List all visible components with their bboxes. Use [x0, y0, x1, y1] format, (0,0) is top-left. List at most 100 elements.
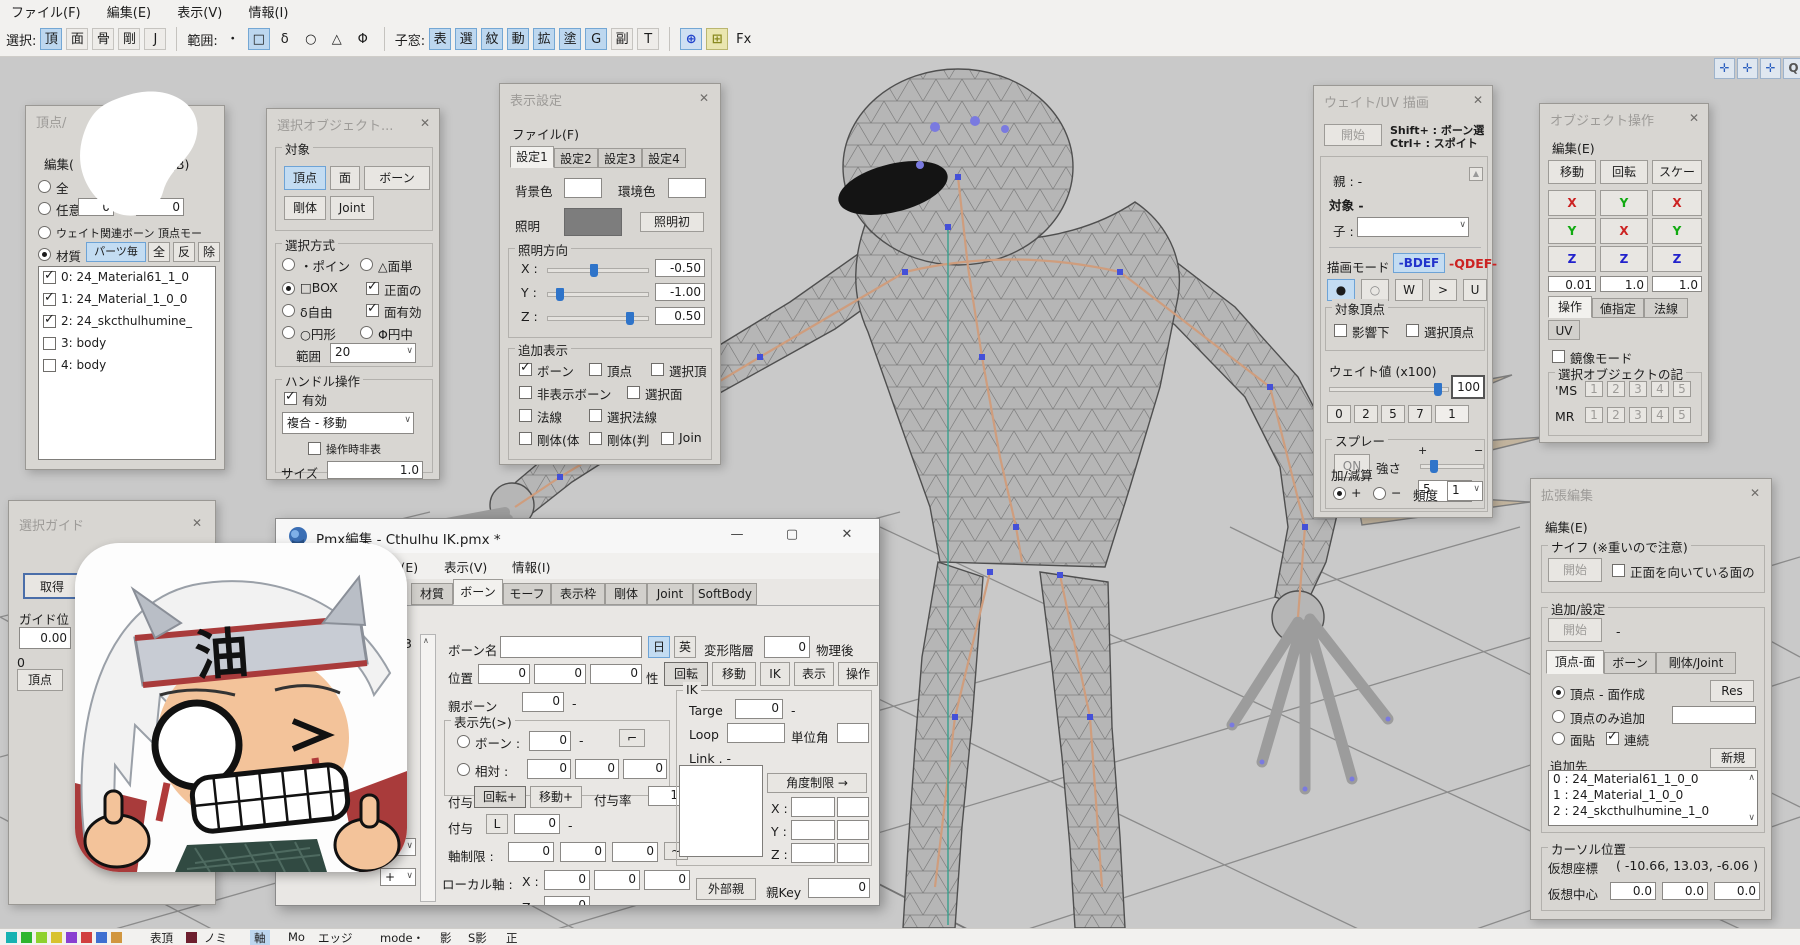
child-dropdown[interactable]: ∨ [1357, 217, 1469, 237]
joint-checkbox[interactable] [661, 432, 674, 445]
material-checkbox[interactable] [43, 337, 56, 350]
ms-slot-5[interactable]: 5 [1673, 381, 1691, 397]
scroll-down-icon[interactable]: ∨ [1748, 813, 1755, 823]
subwin-t-button[interactable]: T [637, 28, 659, 50]
quick-100-button[interactable]: 1 [1435, 405, 1469, 423]
material-list[interactable]: 0: 24_Material61_1_0 1: 24_Material_1_0_… [38, 266, 216, 460]
close-icon[interactable]: ✕ [696, 90, 712, 106]
panel-menu-edit[interactable]: 編集(E) [1552, 138, 1595, 157]
rotate-y-button[interactable]: Y [1600, 190, 1648, 216]
light-init-button[interactable]: 照明初 [640, 212, 704, 232]
knife-start-button[interactable]: 開始 [1548, 558, 1602, 582]
ms-slot-1[interactable]: 1 [1585, 381, 1603, 397]
subwin-motion-button[interactable]: 動 [507, 28, 529, 50]
axis-y-input[interactable]: 0 [560, 842, 606, 862]
selected-checkbox[interactable] [1406, 324, 1419, 337]
tab-joint[interactable]: Joint [647, 583, 693, 605]
y-slider[interactable] [547, 292, 649, 297]
env-color-swatch[interactable] [668, 178, 706, 198]
add-start-button[interactable]: 開始 [1548, 618, 1602, 642]
list-item[interactable]: 1 : 24_Material_1_0_0 [1549, 787, 1757, 803]
status-mode[interactable]: mode・ [380, 930, 424, 945]
hide-on-op-checkbox[interactable] [308, 442, 321, 455]
close-icon[interactable]: ✕ [417, 115, 433, 131]
all-button[interactable]: 全 [148, 242, 170, 262]
status-axis[interactable]: 軸 [250, 930, 270, 945]
color-chip[interactable] [111, 932, 122, 943]
remove-button[interactable]: 除 [198, 242, 220, 262]
y-value-input[interactable]: -1.00 [655, 283, 705, 301]
rigid2-checkbox[interactable] [589, 432, 602, 445]
color-chip[interactable] [66, 932, 77, 943]
tab-display[interactable]: 表示枠 [551, 583, 605, 605]
light-color-swatch[interactable] [564, 208, 622, 236]
rotate-step-input[interactable]: 1.0 [1600, 276, 1648, 292]
invert-button[interactable]: 反 [173, 242, 195, 262]
material-item[interactable]: 4: body [39, 355, 215, 377]
close-icon[interactable]: ✕ [1747, 485, 1763, 501]
color-chip[interactable] [21, 932, 32, 943]
new-button[interactable]: 新規 [1710, 748, 1756, 768]
target-rigid-button[interactable]: 剛体 [284, 196, 326, 220]
target-icon[interactable]: ⊕ [680, 28, 702, 50]
radio-circle-center[interactable] [360, 326, 373, 339]
angle-z2-input[interactable] [837, 843, 869, 863]
influence-checkbox[interactable] [1334, 324, 1347, 337]
maximize-button[interactable]: ▢ [771, 521, 813, 549]
material-checkbox[interactable] [43, 271, 56, 284]
tab-operate[interactable]: 操作 [1548, 296, 1592, 318]
radio-point[interactable] [282, 258, 295, 271]
continuous-checkbox[interactable] [1606, 732, 1619, 745]
strength-slider[interactable] [1420, 464, 1484, 469]
pos-x-input[interactable]: 0 [478, 664, 530, 684]
vertex-only-radio[interactable] [1552, 710, 1565, 723]
subwin-view-button[interactable]: 表 [429, 28, 451, 50]
list-item[interactable]: 0 : 24_Material61_1_0_0 [1549, 771, 1757, 787]
color-chip[interactable] [96, 932, 107, 943]
range-free-button[interactable]: δ [274, 28, 296, 50]
target-bone-button[interactable]: ボーン [364, 166, 430, 190]
grant-rotate-button[interactable]: 回転+ [474, 786, 526, 808]
sub-radio[interactable] [1373, 487, 1386, 500]
dest-list[interactable]: 0 : 24_Material61_1_0_0 1 : 24_Material_… [1548, 770, 1758, 826]
angle-x1-input[interactable] [791, 797, 835, 817]
menu-file[interactable]: ファイル(F) [0, 0, 92, 21]
ik-link-list[interactable] [679, 765, 763, 857]
front-only-checkbox[interactable] [366, 282, 379, 295]
vertex-only-input[interactable] [1672, 706, 1756, 724]
tab-settings4[interactable]: 設定4 [642, 148, 686, 168]
grant-parent-input[interactable]: 0 [514, 814, 560, 834]
l-button[interactable]: L [486, 814, 508, 834]
ik-target-input[interactable]: 0 [735, 699, 783, 719]
material-checkbox[interactable] [43, 315, 56, 328]
close-icon[interactable]: ✕ [189, 515, 205, 531]
rotate-z-button[interactable]: Z [1600, 246, 1648, 272]
quick-25-button[interactable]: 2 [1354, 405, 1378, 423]
color-chip[interactable] [51, 932, 62, 943]
fx-button[interactable]: Fx [736, 32, 751, 47]
ik-loop-input[interactable] [727, 723, 785, 743]
tab-vertex-face[interactable]: 頂点-面 [1546, 650, 1604, 674]
pos-z-input[interactable]: 0 [590, 664, 642, 684]
target-joint-button[interactable]: Joint [330, 196, 374, 220]
tab-normal[interactable]: 法線 [1644, 298, 1688, 318]
brush-u-button[interactable]: U [1463, 279, 1487, 301]
menu-view[interactable]: 表示(V) [166, 0, 233, 21]
color-chip[interactable] [6, 932, 17, 943]
menu-view[interactable]: 表示(V) [444, 557, 487, 576]
scale-button[interactable]: スケー [1652, 160, 1702, 184]
bone-list-scrollbar[interactable]: ∧ [420, 634, 436, 902]
selnormal-checkbox[interactable] [589, 409, 602, 422]
radio-circle[interactable] [282, 326, 295, 339]
tab-bone[interactable]: ボーン [453, 579, 503, 605]
mr-slot-3[interactable]: 3 [1629, 407, 1647, 423]
menu-info[interactable]: 情報(I) [512, 557, 550, 576]
quick-75-button[interactable]: 7 [1408, 405, 1432, 423]
radio-material[interactable] [38, 248, 51, 261]
list-item[interactable]: 2 : 24_skcthulhumine_1_0 [1549, 803, 1757, 819]
panel-menu-file[interactable]: ファイル(F) [512, 124, 579, 143]
move-button[interactable]: 移動 [1548, 160, 1596, 184]
angle-z1-input[interactable] [791, 843, 835, 863]
brush-gt-button[interactable]: > [1429, 279, 1457, 301]
scroll-up-icon[interactable]: ∧ [1748, 773, 1755, 783]
